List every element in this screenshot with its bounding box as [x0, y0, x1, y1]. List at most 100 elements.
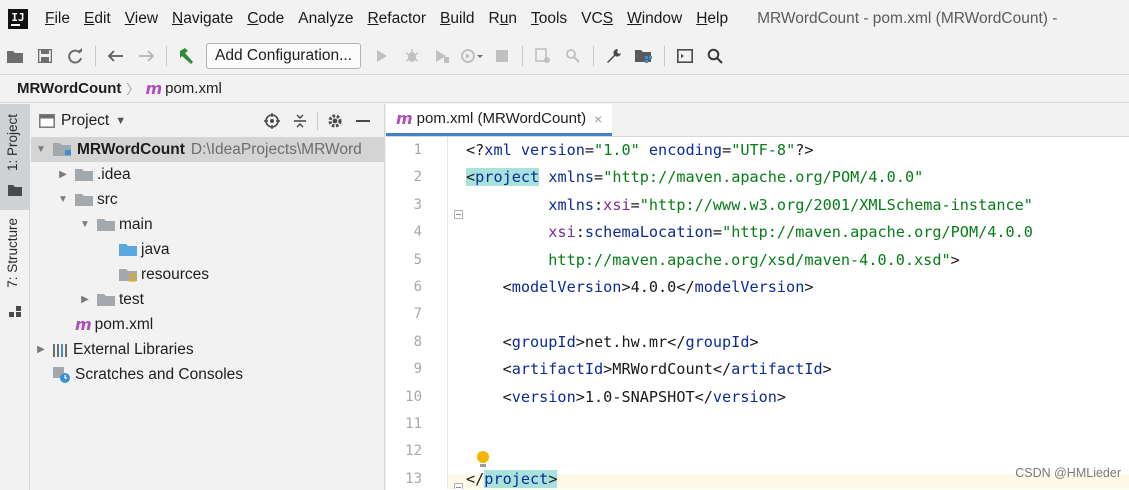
- breadcrumb-project[interactable]: MRWordCount: [17, 80, 121, 97]
- attach-icon[interactable]: [532, 45, 554, 67]
- code-token: ?>: [795, 141, 814, 159]
- menu-item[interactable]: Run: [482, 10, 524, 28]
- tree-item-label: MRWordCount: [77, 140, 185, 158]
- collapsed-arrow-icon[interactable]: ▶: [35, 344, 47, 355]
- code-line: http://maven.apache.org/xsd/maven-4.0.0.…: [466, 251, 960, 269]
- open-folder-icon[interactable]: [4, 45, 26, 67]
- project-tree: ▼ MRWordCount D:\IdeaProjects\MRWord ▶ .idea…: [31, 137, 384, 387]
- profile-icon[interactable]: [461, 45, 484, 67]
- tree-item[interactable]: ▼ src: [31, 187, 384, 212]
- chevron-down-icon[interactable]: ▼: [115, 115, 126, 127]
- module-folder-icon: [53, 142, 73, 157]
- code-token: <: [466, 360, 512, 379]
- menu-item[interactable]: Edit: [77, 10, 118, 28]
- tree-item[interactable]: resources: [31, 262, 384, 287]
- debug-icon[interactable]: [401, 45, 423, 67]
- collapse-all-icon[interactable]: [289, 110, 311, 132]
- code-token: modelVersion: [511, 278, 622, 296]
- code-token: >net.hw.mr</: [575, 332, 686, 351]
- tree-item[interactable]: m pom.xml: [31, 312, 384, 337]
- menu-item[interactable]: Analyze: [291, 10, 360, 28]
- search-icon[interactable]: [704, 45, 726, 67]
- run-icon[interactable]: [371, 45, 393, 67]
- build-hammer-icon[interactable]: [176, 45, 198, 67]
- menu-item[interactable]: File: [38, 10, 77, 28]
- tab-pom-xml[interactable]: m pom.xml (MRWordCount) ×: [386, 104, 613, 136]
- project-tool-window: Project ▼ ▼ MRWordCount D:\IdeaProjects\MR…: [31, 104, 385, 490]
- close-icon[interactable]: ×: [594, 111, 602, 127]
- menu-item[interactable]: Help: [689, 10, 735, 28]
- fold-marker-icon[interactable]: [454, 483, 463, 489]
- editor: m pom.xml (MRWordCount) × 1 2 3 4 5 6 7 8 9 10 11 1…: [386, 104, 1129, 490]
- menu-item[interactable]: Navigate: [165, 10, 240, 28]
- menu-item[interactable]: Tools: [524, 10, 574, 28]
- collapsed-arrow-icon[interactable]: ▶: [57, 169, 69, 180]
- locate-file-icon[interactable]: [261, 110, 283, 132]
- code-token: xsi: [603, 195, 631, 214]
- collapsed-arrow-icon[interactable]: ▶: [79, 294, 91, 305]
- project-view-selector[interactable]: Project: [61, 112, 109, 130]
- menu-item[interactable]: View: [118, 10, 165, 28]
- maven-file-icon: m: [145, 79, 162, 98]
- forward-arrow-icon[interactable]: [135, 45, 157, 67]
- project-panel-header: Project ▼: [31, 104, 384, 137]
- code-area[interactable]: 1 2 3 4 5 6 7 8 9 10 11 12 13 <?xml version="1.0" en…: [386, 137, 1129, 489]
- menu-item[interactable]: Window: [620, 10, 689, 28]
- menu-item[interactable]: Refactor: [360, 10, 433, 28]
- breadcrumb-file[interactable]: pom.xml: [165, 80, 222, 97]
- folder-icon: [97, 218, 115, 232]
- tree-item[interactable]: ▼ main: [31, 212, 384, 237]
- expanded-arrow-icon[interactable]: ▼: [35, 144, 47, 155]
- code-token: =: [584, 141, 595, 159]
- menu-item[interactable]: Code: [240, 10, 291, 28]
- code-line: <project xmlns="http://maven.apache.org/…: [466, 168, 923, 187]
- hide-panel-icon[interactable]: [352, 110, 374, 132]
- menu-item[interactable]: VCS: [574, 10, 620, 28]
- toolbar-separator: [664, 46, 666, 66]
- line-number-gutter: 1 2 3 4 5 6 7 8 9 10 11 12 13: [386, 137, 448, 489]
- line-number: 11: [405, 416, 422, 432]
- tree-item[interactable]: ▶ .idea: [31, 162, 384, 187]
- line-number: 9: [413, 361, 422, 378]
- maven-file-icon: m: [396, 109, 413, 128]
- fold-marker-icon[interactable]: [454, 210, 463, 219]
- code-token: "1.0": [594, 141, 640, 159]
- project-structure-icon[interactable]: [633, 45, 655, 67]
- tab-label: pom.xml (MRWordCount): [416, 110, 587, 127]
- tree-item-label: src: [97, 190, 118, 208]
- expanded-arrow-icon[interactable]: ▼: [79, 219, 91, 230]
- toolbar-separator: [593, 46, 595, 66]
- tree-item[interactable]: Scratches and Consoles: [31, 362, 384, 387]
- structure-tool-label[interactable]: 7: Structure: [5, 218, 20, 288]
- project-tool-window-button[interactable]: 1: Project: [0, 104, 30, 210]
- resources-folder-icon: [119, 268, 137, 282]
- sync-icon[interactable]: [64, 45, 86, 67]
- coverage-icon[interactable]: [431, 45, 453, 67]
- lightbulb-icon[interactable]: [476, 450, 490, 470]
- tree-item[interactable]: java: [31, 237, 384, 262]
- code-line: xmlns:xsi="http://www.w3.org/2001/XMLSch…: [466, 196, 1033, 214]
- search-everywhere-icon[interactable]: [562, 45, 584, 67]
- expanded-arrow-icon[interactable]: ▼: [57, 194, 69, 205]
- line-number: 4: [413, 224, 422, 241]
- add-configuration-button[interactable]: Add Configuration...: [206, 43, 362, 69]
- scratches-icon: [53, 366, 71, 383]
- code-line: <artifactId>MRWordCount</artifactId>: [466, 360, 832, 378]
- stop-icon[interactable]: [491, 45, 513, 67]
- code-token: version: [511, 141, 585, 159]
- menu-item[interactable]: Build: [433, 10, 481, 28]
- save-icon[interactable]: [34, 45, 56, 67]
- settings-wrench-icon[interactable]: [603, 45, 625, 67]
- gear-icon[interactable]: [324, 110, 346, 132]
- tree-item[interactable]: ▼ MRWordCount D:\IdeaProjects\MRWord: [31, 137, 384, 162]
- back-arrow-icon[interactable]: [105, 45, 127, 67]
- folder-icon: [97, 293, 115, 307]
- tree-item[interactable]: ▶ test: [31, 287, 384, 312]
- terminal-icon[interactable]: [674, 45, 696, 67]
- code-line: <groupId>net.hw.mr</groupId>: [466, 333, 759, 351]
- code-token: >: [950, 250, 960, 269]
- line-number: 8: [413, 333, 422, 350]
- tree-item-label: test: [119, 290, 144, 308]
- tree-item[interactable]: ▶ External Libraries: [31, 337, 384, 362]
